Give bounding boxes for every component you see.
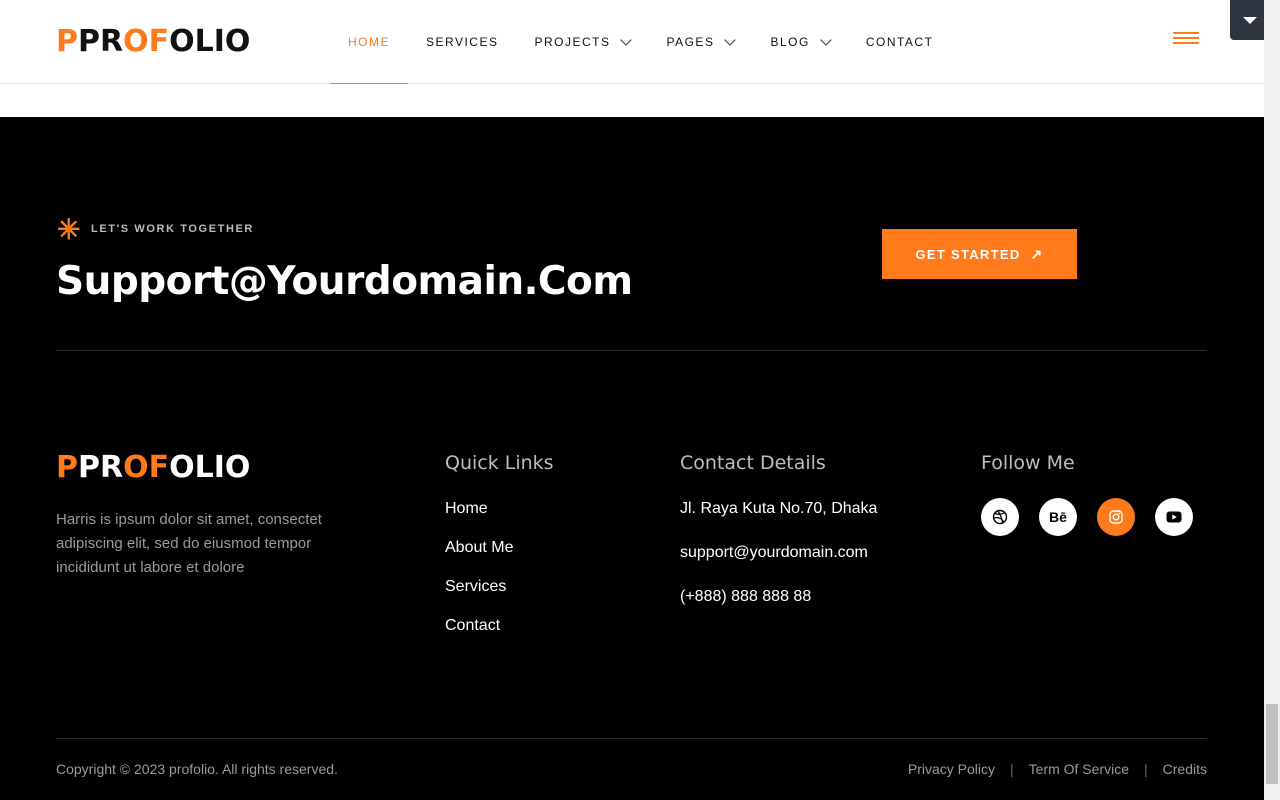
quick-link-contact[interactable]: Contact — [445, 617, 500, 635]
separator: | — [1010, 761, 1014, 777]
terms-link[interactable]: Term Of Service — [1029, 761, 1129, 777]
nav-label: HOME — [348, 35, 390, 49]
instagram-icon[interactable] — [1097, 498, 1135, 536]
legal-links: Privacy Policy | Term Of Service | Credi… — [908, 761, 1207, 777]
nav-item-projects[interactable]: PROJECTS — [516, 0, 648, 84]
nav-label: PROJECTS — [534, 35, 611, 49]
site-footer: ✳ LET'S WORK TOGETHER Support@Yourdomain… — [0, 117, 1264, 800]
behance-icon[interactable]: Bē — [1039, 498, 1077, 536]
nav-item-blog[interactable]: BLOG — [752, 0, 847, 84]
nav-item-home[interactable]: HOME — [330, 0, 408, 84]
follow-me-title: Follow Me — [981, 452, 1075, 474]
nav-item-pages[interactable]: PAGES — [648, 0, 752, 84]
caret-down-icon — [1243, 16, 1257, 24]
copyright-text: Copyright © 2023 profolio. All rights re… — [56, 761, 338, 777]
get-started-button[interactable]: GET STARTED ↗ — [882, 229, 1077, 279]
hamburger-menu-icon[interactable] — [1173, 32, 1199, 48]
main-nav: HOME SERVICES PROJECTS PAGES BLOG CONTACT — [330, 0, 951, 84]
scrollbar-thumb[interactable] — [1266, 704, 1278, 784]
quick-link-home[interactable]: Home — [445, 500, 488, 518]
divider — [56, 350, 1207, 351]
footer-about-text: Harris is ipsum dolor sit amet, consecte… — [56, 511, 322, 576]
credits-link[interactable]: Credits — [1163, 761, 1207, 777]
chevron-down-icon — [724, 33, 737, 46]
nav-label: CONTACT — [865, 35, 934, 49]
nav-item-contact[interactable]: CONTACT — [848, 0, 952, 84]
separator: | — [1144, 761, 1148, 777]
social-links: Bē — [981, 498, 1193, 536]
nav-label: PAGES — [666, 35, 715, 49]
contact-phone[interactable]: (+888) 888 888 88 — [680, 588, 811, 606]
asterisk-icon: ✳ — [57, 214, 81, 245]
arrow-up-right-icon: ↗ — [1030, 245, 1044, 262]
dribbble-icon[interactable] — [981, 498, 1019, 536]
cta-eyebrow: LET'S WORK TOGETHER — [91, 223, 254, 235]
contact-details-title: Contact Details — [680, 452, 826, 474]
logo[interactable]: PPROFOLIO — [56, 24, 250, 59]
chevron-down-icon — [620, 33, 633, 46]
quick-link-about[interactable]: About Me — [445, 539, 513, 557]
footer-logo[interactable]: PPROFOLIO — [56, 450, 250, 485]
contact-address: Jl. Raya Kuta No.70, Dhaka — [680, 500, 878, 517]
quick-link-services[interactable]: Services — [445, 578, 506, 596]
nav-item-services[interactable]: SERVICES — [408, 0, 516, 84]
bottom-divider — [56, 738, 1207, 739]
behance-glyph: Bē — [1049, 509, 1067, 525]
quick-links-title: Quick Links — [445, 452, 554, 474]
contact-email[interactable]: support@yourdomain.com — [680, 544, 868, 562]
nav-label: BLOG — [770, 35, 810, 49]
cta-email[interactable]: Support@Yourdomain.Com — [56, 259, 633, 304]
page-scrollbar[interactable] — [1264, 0, 1280, 800]
chevron-down-icon — [820, 33, 832, 46]
privacy-policy-link[interactable]: Privacy Policy — [908, 761, 995, 777]
nav-label: SERVICES — [426, 35, 499, 49]
site-header: PPROFOLIO HOME SERVICES PROJECTS PAGES BLOG C… — [0, 0, 1264, 84]
youtube-icon[interactable] — [1155, 498, 1193, 536]
get-started-label: GET STARTED — [915, 246, 1021, 262]
